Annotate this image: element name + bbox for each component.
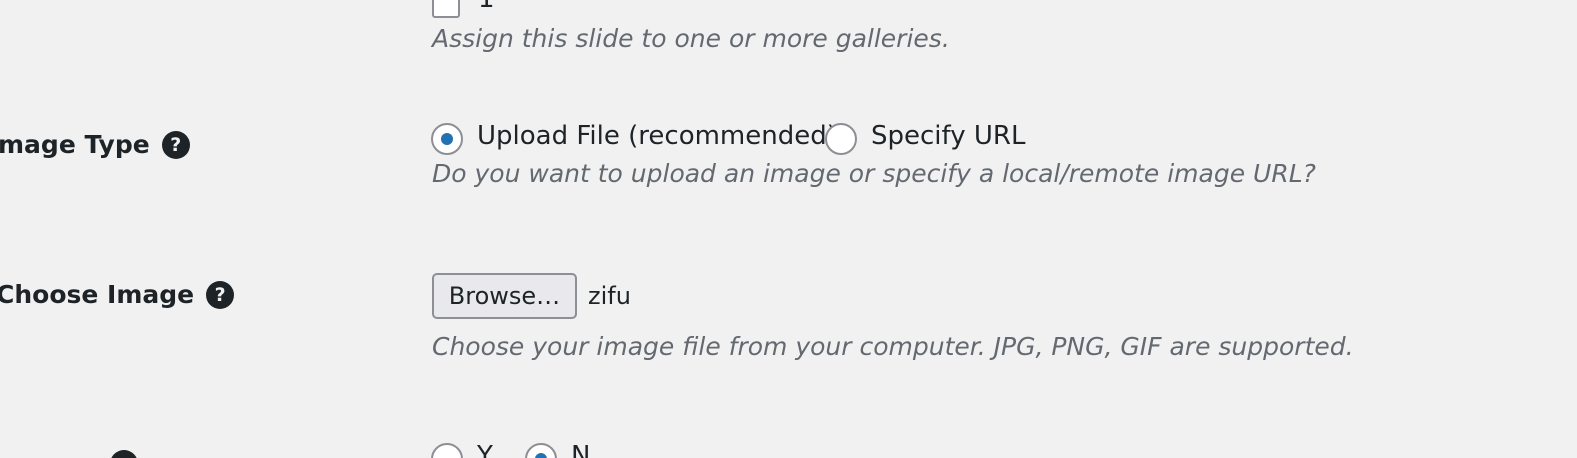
help-icon[interactable] [110, 450, 138, 458]
choose-image-label: Choose Image ? [0, 280, 235, 309]
upload-file-radio[interactable] [431, 123, 463, 155]
choose-image-label-text: Choose Image [0, 280, 195, 309]
galleries-description: Assign this slide to one or more galleri… [432, 24, 950, 53]
help-icon[interactable]: ? [206, 280, 235, 309]
upload-file-label[interactable]: Upload File (recommended) [477, 121, 837, 151]
gallery-option-label: 1 [478, 0, 495, 14]
help-icon[interactable]: ? [161, 130, 190, 159]
selected-file-name: zifu [588, 282, 631, 310]
yes-label[interactable]: Y [477, 441, 493, 458]
image-type-label-text: mage Type [0, 130, 150, 159]
specify-url-label[interactable]: Specify URL [871, 121, 1025, 151]
no-radio[interactable] [525, 443, 557, 458]
browse-button[interactable]: Browse… [432, 273, 577, 319]
settings-form: 1 Assign this slide to one or more galle… [0, 0, 1577, 458]
choose-image-description: Choose your image file from your compute… [432, 332, 1354, 361]
image-type-description: Do you want to upload an image or specif… [432, 159, 1316, 188]
no-label[interactable]: N [571, 441, 590, 458]
image-type-label: mage Type ? [0, 130, 190, 159]
specify-url-radio[interactable] [825, 123, 857, 155]
yes-radio[interactable] [431, 443, 463, 458]
gallery-checkbox[interactable] [432, 0, 460, 18]
